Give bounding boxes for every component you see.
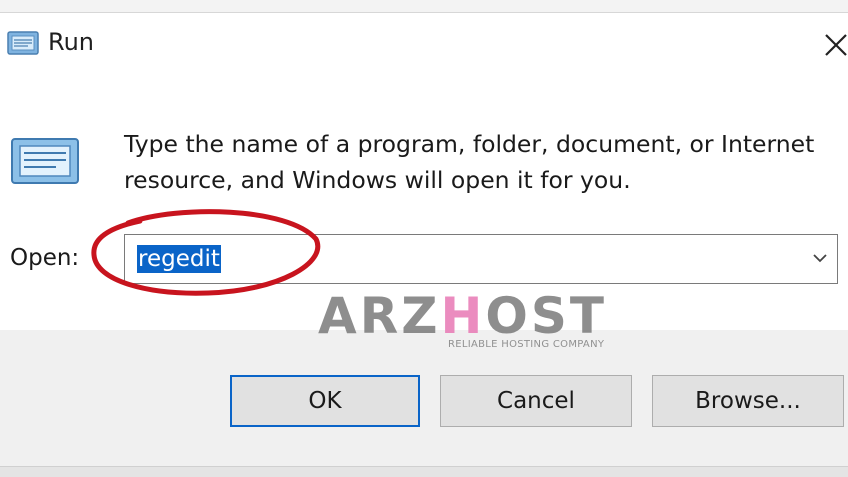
window-bottom-border: [0, 466, 848, 477]
window-top-border: [0, 0, 848, 13]
open-label: Open:: [10, 245, 80, 271]
dialog-content: [0, 75, 848, 330]
window-title: Run: [48, 28, 95, 56]
description-line-1: Type the name of a program, folder, docu…: [124, 130, 815, 158]
run-dialog: Run Type the name of a program, folder, …: [0, 0, 848, 477]
ok-button[interactable]: OK: [230, 375, 420, 427]
cancel-button[interactable]: Cancel: [440, 375, 632, 427]
description-line-2: resource, and Windows will open it for y…: [124, 166, 631, 194]
title-bar[interactable]: [0, 13, 848, 75]
browse-button[interactable]: Browse...: [652, 375, 844, 427]
open-input-value[interactable]: regedit: [137, 245, 221, 273]
dialog-description: Type the name of a program, folder, docu…: [124, 126, 834, 198]
run-icon: [6, 29, 40, 61]
close-icon: [825, 34, 847, 56]
open-combobox[interactable]: regedit: [124, 234, 838, 284]
run-program-icon: [8, 135, 82, 191]
close-button[interactable]: [810, 18, 848, 68]
chevron-down-icon[interactable]: [811, 249, 829, 271]
